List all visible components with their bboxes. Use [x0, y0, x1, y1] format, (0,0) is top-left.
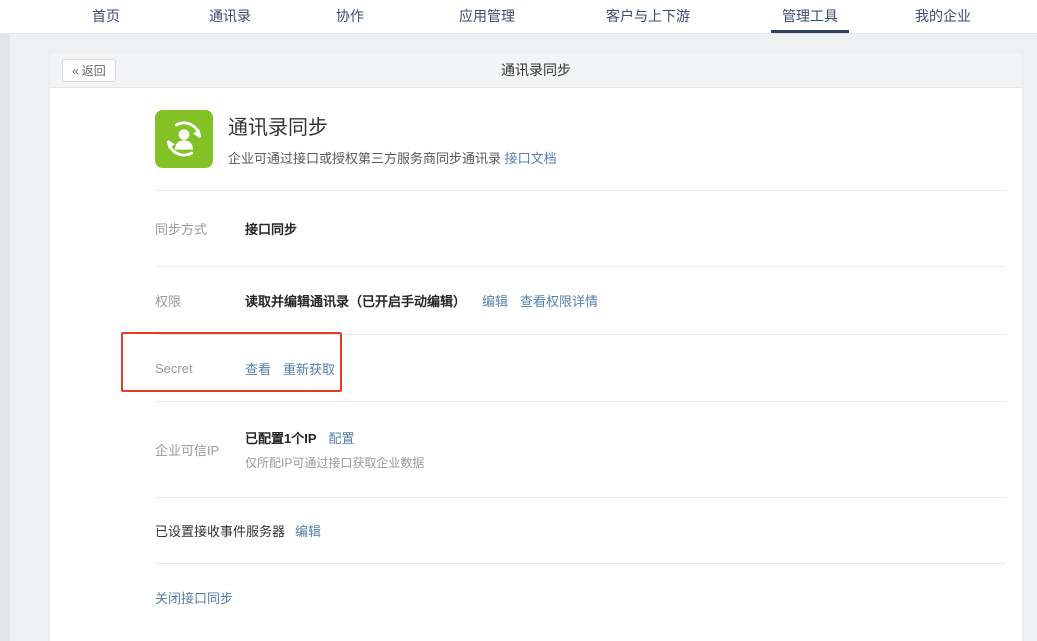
row-trusted-ip: 企业可信IP 已配置1个IP 配置 仅所配IP可通过接口获取企业数据: [50, 402, 1022, 497]
secret-view-link[interactable]: 查看: [245, 359, 271, 378]
secret-refresh-link[interactable]: 重新获取: [283, 359, 335, 378]
sync-method-label: 同步方式: [155, 219, 245, 238]
app-hero-section: 通讯录同步 企业可通过接口或授权第三方服务商同步通讯录 接口文档: [50, 88, 1022, 190]
sync-method-value: 接口同步: [245, 219, 297, 238]
nav-tab-my-company[interactable]: 我的企业: [915, 9, 971, 23]
row-close-sync: 关闭接口同步: [50, 564, 1022, 631]
nav-tab-contacts[interactable]: 通讯录: [209, 9, 251, 23]
permission-label: 权限: [155, 291, 245, 310]
trusted-ip-value: 已配置1个IP: [245, 428, 317, 447]
close-api-sync-link[interactable]: 关闭接口同步: [155, 588, 233, 607]
row-sync-method: 同步方式 接口同步: [50, 191, 1022, 266]
app-title: 通讯录同步: [228, 111, 557, 140]
api-doc-link[interactable]: 接口文档: [505, 151, 557, 166]
nav-tab-admin-tools[interactable]: 管理工具: [782, 9, 838, 23]
permission-edit-link[interactable]: 编辑: [482, 291, 508, 310]
trusted-ip-label: 企业可信IP: [155, 440, 245, 459]
page-title: 通讯录同步: [50, 53, 1022, 88]
panel-body: 通讯录同步 企业可通过接口或授权第三方服务商同步通讯录 接口文档 同步方式 接口…: [50, 88, 1022, 631]
row-event-server: 已设置接收事件服务器 编辑: [50, 498, 1022, 563]
permission-detail-link[interactable]: 查看权限详情: [520, 291, 598, 310]
panel-header: « 返回 通讯录同步: [50, 53, 1022, 88]
nav-tab-collaboration[interactable]: 协作: [336, 9, 364, 23]
contact-sync-icon: [155, 110, 213, 168]
nav-tab-customers-updown[interactable]: 客户与上下游: [606, 9, 690, 23]
nav-tab-home[interactable]: 首页: [92, 9, 120, 23]
permission-value: 读取并编辑通讯录（已开启手动编辑）: [245, 291, 466, 310]
nav-tab-app-management[interactable]: 应用管理: [459, 9, 515, 23]
app-description: 企业可通过接口或授权第三方服务商同步通讯录: [228, 151, 501, 166]
page-left-gutter: [0, 0, 10, 641]
event-server-text: 已设置接收事件服务器: [155, 521, 285, 540]
trusted-ip-config-link[interactable]: 配置: [329, 428, 355, 447]
event-server-edit-link[interactable]: 编辑: [295, 521, 321, 540]
row-permission: 权限 读取并编辑通讯录（已开启手动编辑） 编辑 查看权限详情: [50, 267, 1022, 334]
row-secret: Secret 查看 重新获取: [50, 335, 1022, 401]
content-panel: « 返回 通讯录同步 通讯录同步 企业可通过接口或授权第三方服务商同步通讯录: [50, 53, 1022, 641]
secret-label: Secret: [155, 361, 245, 376]
top-navigation: 首页 通讯录 协作 应用管理 客户与上下游 管理工具 我的企业: [0, 0, 1037, 34]
trusted-ip-note: 仅所配IP可通过接口获取企业数据: [245, 454, 424, 471]
